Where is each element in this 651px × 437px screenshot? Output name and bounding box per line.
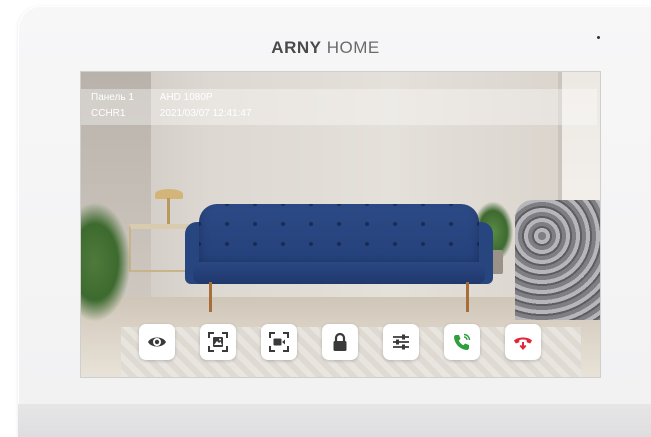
brand-name-light: HOME [326,38,380,57]
hangup-call-button[interactable] [505,324,541,360]
camera-info-row-1: Панель 1 AHD 1080P [91,92,213,103]
camera-panel-label: Панель 1 [91,92,134,103]
brand-name-bold: ARNY [271,38,322,57]
camera-resolution: AHD 1080P [159,92,213,103]
settings-button[interactable] [383,324,419,360]
scene-plant-left [81,202,131,322]
unlock-button[interactable] [322,324,358,360]
video-screen: Панель 1 AHD 1080P CCHR1 2021/03/07 12:4… [81,72,600,377]
answer-call-button[interactable] [444,324,480,360]
scene-lamp-stem [167,198,170,224]
video-record-icon [269,332,289,352]
scene-sofa-seat [193,262,485,284]
photo-capture-icon [208,332,228,352]
record-button[interactable] [261,324,297,360]
eye-icon [148,337,166,347]
scene-sofa-tufting [199,204,479,270]
scene-sofa-leg [466,282,469,312]
camera-info-row-2: CCHR1 2021/03/07 12:41:47 [91,108,252,119]
answer-call-icon [454,333,471,350]
hangup-call-icon [514,337,532,350]
scene-sofa-leg [209,282,212,312]
settings-sliders-icon [393,334,409,350]
brand-logo: ARNY HOME [0,38,651,58]
lock-icon [333,332,347,351]
monitor-button[interactable] [139,324,175,360]
camera-timestamp: 2021/03/07 12:41:47 [159,108,252,119]
snapshot-button[interactable] [200,324,236,360]
device-bottom-edge [18,404,651,437]
front-sensor [597,36,600,39]
scene-armchair [515,200,600,320]
camera-id-label: CCHR1 [91,108,126,119]
